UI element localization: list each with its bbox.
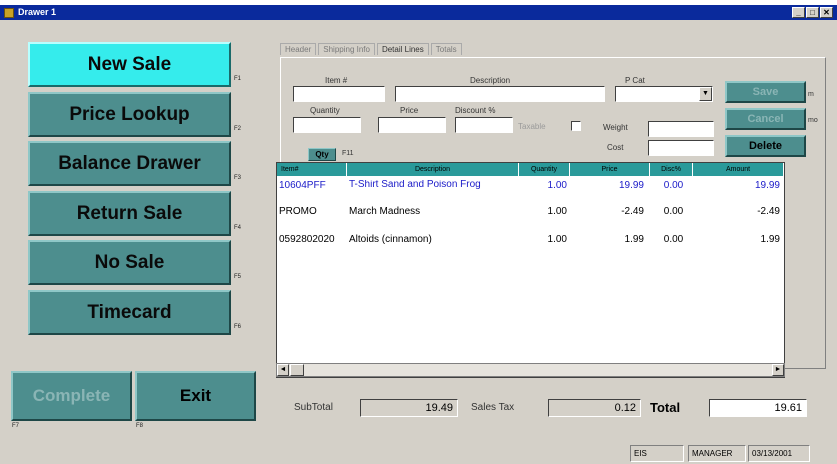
weight-field[interactable] bbox=[648, 121, 714, 137]
taxable-checkbox[interactable] bbox=[571, 121, 581, 131]
scroll-right-icon[interactable]: ► bbox=[772, 364, 784, 376]
app-icon bbox=[4, 7, 14, 18]
description-label: Description bbox=[470, 76, 511, 85]
line-items-grid: Item# Description Quantity Price Disc% A… bbox=[276, 162, 785, 378]
cell-quantity: 1.00 bbox=[547, 206, 567, 217]
pcat-select[interactable]: ▼ bbox=[615, 86, 713, 102]
no-sale-button[interactable]: No Sale bbox=[28, 240, 231, 285]
tab-totals[interactable]: Totals bbox=[430, 43, 462, 55]
chevron-down-icon[interactable]: ▼ bbox=[699, 87, 712, 101]
cell-price: 1.99 bbox=[624, 234, 644, 245]
price-lookup-button[interactable]: Price Lookup bbox=[28, 92, 231, 137]
pcat-label: P Cat bbox=[625, 76, 645, 85]
new-sale-button[interactable]: New Sale bbox=[28, 42, 231, 87]
return-sale-button[interactable]: Return Sale bbox=[28, 191, 231, 236]
complete-fkey: F7 bbox=[12, 423, 20, 429]
cell-item: 10604PFF bbox=[279, 180, 326, 191]
qty-button[interactable]: Qty bbox=[308, 148, 336, 161]
status-role: MANAGER bbox=[688, 445, 746, 462]
col-quantity[interactable]: Quantity bbox=[519, 163, 570, 176]
status-bar: EIS MANAGER 03/13/2001 bbox=[0, 441, 837, 464]
maximize-button[interactable]: □ bbox=[806, 7, 819, 18]
description-field[interactable] bbox=[395, 86, 605, 102]
total-value: 19.61 bbox=[709, 399, 807, 417]
tab-shipping-info[interactable]: Shipping Info bbox=[318, 43, 375, 55]
col-price[interactable]: Price bbox=[570, 163, 650, 176]
exit-button[interactable]: Exit bbox=[135, 371, 256, 421]
col-disc[interactable]: Disc% bbox=[650, 163, 693, 176]
save-button[interactable]: Save bbox=[725, 81, 806, 103]
subtotal-label: SubTotal bbox=[294, 402, 333, 413]
cell-disc: 0.00 bbox=[663, 234, 684, 245]
item-label: Item # bbox=[325, 76, 348, 85]
cell-description: Altoids (cinnamon) bbox=[349, 234, 432, 245]
price-field[interactable] bbox=[378, 117, 446, 133]
cancel-key: mo bbox=[808, 117, 818, 124]
sales-tax-value: 0.12 bbox=[548, 399, 641, 417]
quantity-label: Quantity bbox=[310, 106, 340, 115]
qty-fkey: F11 bbox=[342, 150, 354, 157]
cell-disc: 0.00 bbox=[663, 180, 684, 191]
scroll-left-icon[interactable]: ◄ bbox=[277, 364, 289, 376]
timecard-button[interactable]: Timecard bbox=[28, 290, 231, 335]
status-date: 03/13/2001 bbox=[748, 445, 810, 462]
return-sale-fkey: F4 bbox=[234, 225, 242, 231]
cell-description: T-Shirt Sand and Poison Frog bbox=[349, 180, 481, 190]
cell-quantity: 1.00 bbox=[547, 180, 567, 191]
tab-header[interactable]: Header bbox=[280, 43, 317, 55]
no-sale-fkey: F5 bbox=[234, 274, 242, 280]
cell-disc: 0.00 bbox=[663, 206, 684, 217]
timecard-fkey: F6 bbox=[234, 324, 242, 330]
minimize-button[interactable]: _ bbox=[792, 7, 805, 18]
cell-price: 19.99 bbox=[618, 180, 644, 191]
price-label: Price bbox=[400, 106, 419, 115]
horizontal-scrollbar[interactable]: ◄ ► bbox=[276, 363, 785, 377]
tab-strip: Header Shipping Info Detail Lines Totals bbox=[280, 43, 464, 55]
cancel-button[interactable]: Cancel bbox=[725, 108, 806, 130]
cell-amount: -2.49 bbox=[757, 206, 780, 217]
cell-item: 0592802020 bbox=[279, 234, 335, 245]
price-lookup-fkey: F2 bbox=[234, 126, 242, 132]
discount-label: Discount % bbox=[455, 106, 496, 115]
cost-label: Cost bbox=[607, 143, 624, 152]
cell-amount: 1.99 bbox=[760, 234, 780, 245]
cell-item: PROMO bbox=[279, 206, 317, 217]
table-row[interactable]: 0592802020 Altoids (cinnamon) 1.00 1.99 … bbox=[277, 234, 780, 245]
pos-window: Drawer 1 _ □ ✕ New Sale F1 Price Lookup … bbox=[0, 5, 837, 464]
cell-quantity: 1.00 bbox=[547, 234, 567, 245]
save-key: m bbox=[808, 91, 814, 98]
discount-field[interactable] bbox=[455, 117, 513, 133]
subtotal-value: 19.49 bbox=[360, 399, 458, 417]
cost-field[interactable] bbox=[648, 140, 714, 156]
balance-drawer-fkey: F3 bbox=[234, 175, 242, 181]
delete-button[interactable]: Delete bbox=[725, 135, 806, 157]
scroll-thumb[interactable] bbox=[290, 364, 304, 376]
cell-description: March Madness bbox=[349, 206, 421, 217]
status-user: EIS bbox=[630, 445, 684, 462]
sales-tax-label: Sales Tax bbox=[471, 402, 515, 413]
new-sale-fkey: F1 bbox=[234, 76, 242, 82]
grid-header: Item# Description Quantity Price Disc% A… bbox=[277, 163, 784, 176]
cell-amount: 19.99 bbox=[754, 180, 780, 191]
weight-label: Weight bbox=[603, 123, 628, 132]
col-amount[interactable]: Amount bbox=[693, 163, 784, 176]
cell-price: -2.49 bbox=[621, 206, 644, 217]
taxable-label: Taxable bbox=[518, 122, 546, 131]
col-description[interactable]: Description bbox=[347, 163, 519, 176]
total-label: Total bbox=[650, 400, 681, 415]
tab-detail-lines[interactable]: Detail Lines bbox=[376, 43, 429, 55]
complete-button[interactable]: Complete bbox=[11, 371, 132, 421]
item-field[interactable] bbox=[293, 86, 385, 102]
exit-fkey: F8 bbox=[136, 423, 144, 429]
window-title: Drawer 1 bbox=[18, 7, 57, 17]
table-row[interactable]: 10604PFF T-Shirt Sand and Poison Frog 1.… bbox=[277, 180, 780, 202]
close-button[interactable]: ✕ bbox=[820, 7, 833, 18]
title-bar: Drawer 1 _ □ ✕ bbox=[0, 5, 837, 20]
balance-drawer-button[interactable]: Balance Drawer bbox=[28, 141, 231, 186]
quantity-field[interactable] bbox=[293, 117, 361, 133]
col-item[interactable]: Item# bbox=[277, 163, 347, 176]
table-row[interactable]: PROMO March Madness 1.00 -2.49 0.00 -2.4… bbox=[277, 206, 780, 217]
